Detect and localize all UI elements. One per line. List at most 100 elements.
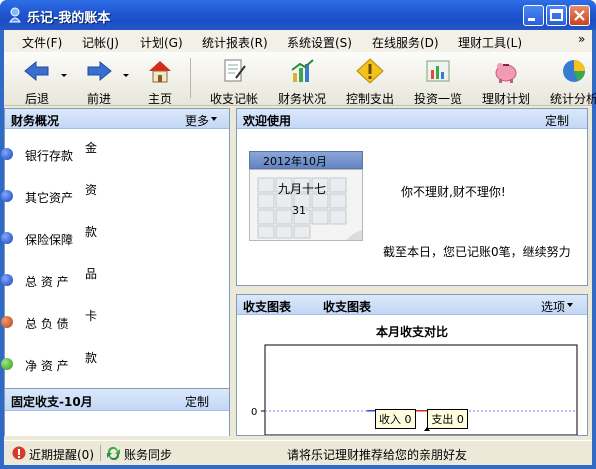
back-dropdown-icon[interactable] — [61, 74, 67, 77]
finance-row-total-assets[interactable]: 总 资 产 品 — [1, 267, 229, 291]
options-dropdown-icon[interactable] — [567, 303, 573, 307]
notepad-icon — [224, 59, 246, 82]
more-link[interactable]: 更多 — [185, 112, 209, 129]
bullet-icon — [1, 232, 13, 244]
menu-overflow-chevron[interactable]: » — [578, 32, 585, 46]
menu-bookkeeping[interactable]: 记帐(J) — [82, 34, 119, 51]
finance-row-net-assets[interactable]: 净 资 产 款 — [1, 351, 229, 375]
finance-plan-button[interactable]: 理财计划 — [478, 54, 534, 106]
recommend-message[interactable]: 请将乐记理财推荐给您的亲朋好友 — [287, 446, 467, 463]
finance-row-clipped-text: 卡 — [85, 309, 98, 323]
menu-finance-tools[interactable]: 理财工具(L) — [458, 34, 522, 51]
welcome-title: 欢迎使用 — [243, 114, 292, 128]
chart-header: 收支图表 收支图表 选项 — [237, 295, 587, 315]
finance-row-clipped-text: 款 — [85, 351, 98, 365]
bar-growth-icon — [291, 59, 314, 82]
finance-overview-header: 财务概况 更多 — [5, 109, 229, 129]
title-bar[interactable]: 乐记-我的账本 — [0, 0, 596, 30]
finance-row-insurance[interactable]: 保险保障 款 — [1, 225, 229, 249]
calendar-lunar-date: 九月十七 — [278, 182, 327, 196]
app-logo-icon — [9, 7, 21, 23]
app-window: 乐记-我的账本 文件(F) 记帐(J) 计划(G) 统计报表(R) 系统设置(S… — [0, 0, 596, 469]
finance-row-label: 净 资 产 — [25, 359, 69, 373]
menu-plan[interactable]: 计划(G) — [140, 34, 183, 51]
toolbar-separator — [190, 58, 191, 98]
maximize-button[interactable] — [546, 5, 567, 26]
back-arrow-icon — [24, 60, 49, 82]
minimize-icon — [528, 18, 535, 21]
chart-options-link[interactable]: 选项 — [541, 298, 565, 315]
investment-chart-icon — [426, 60, 450, 82]
financial-status-button[interactable]: 财务状况 — [274, 54, 330, 106]
fixed-income-expense-panel: 固定收支-10月 定制 — [4, 388, 230, 436]
status-divider — [100, 445, 101, 461]
forward-button[interactable]: 前进 — [76, 54, 122, 106]
chart-tab-2[interactable]: 收支图表 — [323, 298, 371, 315]
finance-row-label: 总 资 产 — [25, 275, 69, 289]
calendar-widget: 2012年10月 九月十七 31 — [249, 151, 363, 243]
investment-overview-label: 投资一览 — [413, 92, 462, 106]
finance-row-total-liabilities[interactable]: 总 负 债 卡 — [1, 309, 229, 333]
forward-label: 前进 — [86, 92, 111, 106]
close-icon — [574, 10, 585, 21]
home-icon — [149, 61, 171, 83]
finance-row-label: 保险保障 — [25, 233, 74, 247]
menu-online-services[interactable]: 在线服务(D) — [372, 34, 439, 51]
record-income-expense-label: 收支记帐 — [209, 92, 258, 106]
pie-chart-icon — [563, 60, 585, 82]
calendar-month: 2012年10月 — [263, 155, 327, 168]
welcome-summary: 截至本日，您已记账0笔，继续努力 — [383, 245, 571, 259]
bullet-icon — [1, 190, 13, 202]
welcome-panel: 欢迎使用 定制 2012年10月 九月十七 31 你不理财,财不理你! 截至本日… — [236, 108, 588, 286]
forward-dropdown-icon[interactable] — [123, 74, 129, 77]
close-button[interactable] — [569, 5, 590, 26]
legend-expense: 支出 0 — [427, 409, 468, 429]
finance-row-clipped-text: 金 — [85, 141, 98, 155]
maximize-icon — [550, 9, 563, 21]
calendar-day: 31 — [292, 204, 306, 217]
recent-reminders-link[interactable]: 近期提醒(0) — [29, 446, 94, 463]
finance-row-clipped-text: 资 — [85, 183, 98, 197]
menu-settings[interactable]: 系统设置(S) — [287, 34, 352, 51]
statistics-analysis-button[interactable]: 统计分析 — [546, 54, 596, 106]
financial-status-label: 财务状况 — [277, 92, 326, 106]
back-label: 后退 — [24, 92, 49, 106]
back-button[interactable]: 后退 — [14, 54, 60, 106]
finance-row-label: 其它资产 — [25, 191, 74, 205]
menu-file[interactable]: 文件(F) — [22, 34, 62, 51]
home-label: 主页 — [147, 92, 172, 106]
finance-plan-label: 理财计划 — [481, 92, 530, 106]
home-button[interactable]: 主页 — [138, 54, 182, 106]
bullet-icon — [1, 148, 13, 160]
finance-row-label: 银行存款 — [25, 149, 74, 163]
chart-legend: 收入 0 支出 0 — [375, 409, 468, 429]
window-title: 乐记-我的账本 — [27, 11, 111, 26]
fixed-customize-link[interactable]: 定制 — [185, 393, 209, 410]
fixed-income-expense-title: 固定收支-10月 — [11, 395, 93, 409]
fixed-income-expense-header: 固定收支-10月 定制 — [5, 389, 229, 411]
control-spending-button[interactable]: 控制支出 — [342, 54, 398, 106]
sync-icon — [107, 446, 120, 460]
welcome-header: 欢迎使用 定制 — [237, 109, 587, 129]
minimize-button[interactable] — [523, 5, 544, 26]
finance-overview-title: 财务概况 — [11, 114, 60, 128]
forward-arrow-icon — [87, 60, 112, 82]
bullet-icon — [1, 358, 13, 370]
menu-bar: 文件(F) 记帐(J) 计划(G) 统计报表(R) 系统设置(S) 在线服务(D… — [4, 30, 592, 52]
chart-tab-1[interactable]: 收支图表 — [243, 298, 291, 315]
income-expense-chart-panel: 收支图表 收支图表 选项 本月收支对比 0 收入 0 支出 0 — [236, 294, 588, 436]
warning-diamond-icon — [356, 58, 384, 84]
welcome-customize-link[interactable]: 定制 — [545, 112, 569, 129]
finance-row-bank-deposit[interactable]: 银行存款 金 — [1, 141, 229, 165]
more-dropdown-icon[interactable] — [211, 117, 217, 121]
finance-row-clipped-text: 款 — [85, 225, 98, 239]
menu-reports[interactable]: 统计报表(R) — [202, 34, 268, 51]
chart-title: 本月收支对比 — [375, 325, 448, 339]
legend-income: 收入 0 — [375, 409, 416, 429]
finance-row-other-assets[interactable]: 其它资产 资 — [1, 183, 229, 207]
status-bar: 近期提醒(0) 账务同步 请将乐记理财推荐给您的亲朋好友 — [4, 440, 592, 465]
investment-overview-button[interactable]: 投资一览 — [410, 54, 466, 106]
record-income-expense-button[interactable]: 收支记帐 — [206, 54, 262, 106]
statistics-analysis-label: 统计分析 — [550, 92, 596, 106]
account-sync-link[interactable]: 账务同步 — [124, 446, 172, 463]
